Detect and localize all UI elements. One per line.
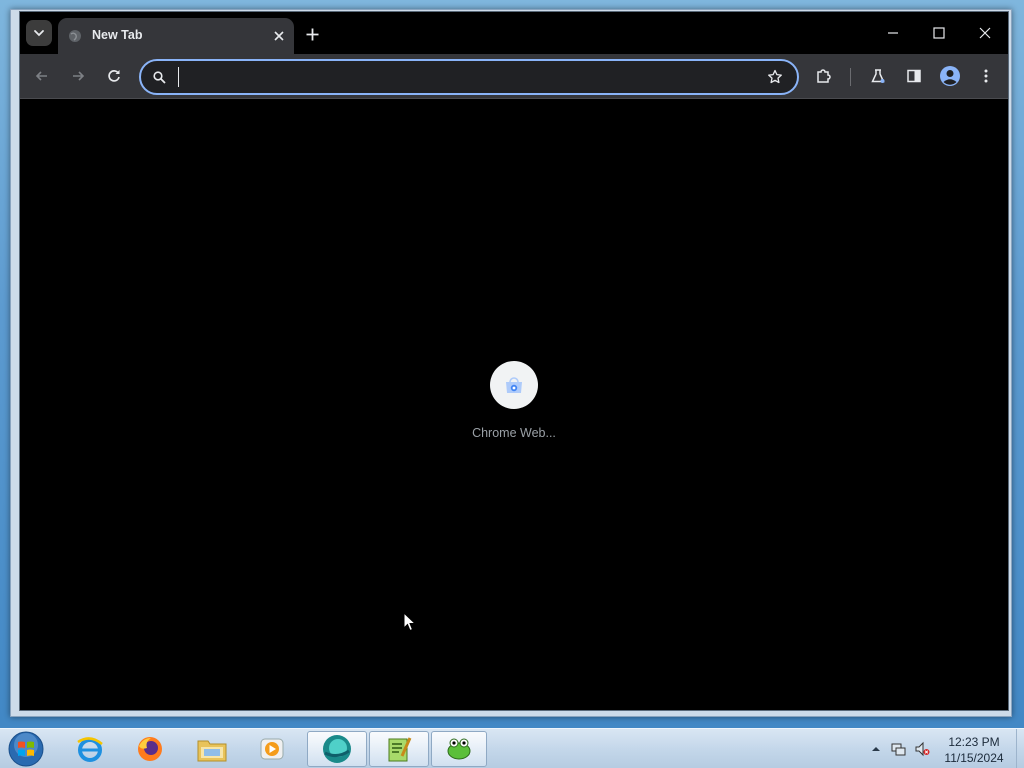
taskbar-file-explorer[interactable] <box>184 731 240 767</box>
bookmark-star-button[interactable] <box>765 67 785 87</box>
close-icon <box>274 31 284 41</box>
avatar-icon <box>940 66 960 86</box>
taskbar-media-player[interactable] <box>244 731 300 767</box>
tab-strip: New Tab <box>20 12 1008 54</box>
media-player-icon <box>260 738 284 760</box>
reload-icon <box>108 70 120 82</box>
tab-search-button[interactable] <box>26 20 52 46</box>
network-icon <box>891 743 906 756</box>
labs-button[interactable] <box>865 63 891 89</box>
plus-icon <box>306 28 318 40</box>
flask-icon <box>871 69 885 83</box>
folder-icon <box>197 740 227 762</box>
extensions-button[interactable] <box>811 63 837 89</box>
forward-button[interactable] <box>65 63 91 89</box>
shortcut-tile[interactable]: Chrome Web... <box>460 361 568 451</box>
close-icon <box>979 27 991 39</box>
toolbar-divider <box>850 68 851 86</box>
frog-game-icon <box>447 738 471 760</box>
tab-new-tab[interactable]: New Tab <box>58 18 294 54</box>
tray-expand-button[interactable] <box>868 741 884 757</box>
maximize-icon <box>933 27 945 39</box>
maximize-button[interactable] <box>924 20 954 46</box>
tray-volume[interactable] <box>914 741 930 757</box>
taskbar-text-editor[interactable] <box>369 731 429 767</box>
search-icon <box>151 69 167 85</box>
tab-close-button[interactable] <box>270 27 288 45</box>
taskbar-browser-active[interactable] <box>307 731 367 767</box>
window-close-button[interactable] <box>970 20 1000 46</box>
notepad-plus-icon <box>388 737 412 762</box>
taskbar-internet-explorer[interactable] <box>62 731 118 767</box>
profile-button[interactable] <box>937 63 963 89</box>
minimize-button[interactable] <box>878 20 908 46</box>
clock-date: 11/15/2024 <box>944 751 1004 765</box>
mouse-cursor-icon <box>403 612 417 632</box>
arrow-right-icon <box>73 71 85 81</box>
tab-title: New Tab <box>92 28 143 42</box>
reload-button[interactable] <box>101 63 127 89</box>
browser-orb-icon <box>323 735 351 763</box>
shortcut-label: Chrome Web... <box>472 426 556 440</box>
internet-explorer-icon <box>77 737 103 762</box>
chrome-browser: New Tab Chrome Web... <box>19 11 1009 711</box>
browser-window: New Tab Chrome Web... <box>10 9 1012 717</box>
side-panel-icon <box>907 69 921 83</box>
back-button[interactable] <box>29 63 55 89</box>
tray-network[interactable] <box>890 741 906 757</box>
arrow-left-icon <box>35 71 47 81</box>
address-input[interactable] <box>177 65 761 91</box>
taskbar-firefox[interactable] <box>122 731 178 767</box>
chevron-down-icon <box>34 30 44 37</box>
minimize-icon <box>888 32 898 34</box>
show-desktop-button[interactable] <box>1016 729 1024 768</box>
three-dots-vertical-icon <box>984 69 988 83</box>
address-bar[interactable] <box>139 59 799 95</box>
chrome-web-store-icon <box>506 377 522 393</box>
volume-muted-icon <box>915 741 930 757</box>
toolbar <box>20 54 1008 99</box>
globe-icon <box>69 30 81 42</box>
side-panel-button[interactable] <box>901 63 927 89</box>
chevron-up-icon <box>872 747 880 751</box>
firefox-icon <box>138 737 162 761</box>
menu-button[interactable] <box>973 63 999 89</box>
start-button[interactable] <box>6 730 46 768</box>
new-tab-button[interactable] <box>302 24 322 44</box>
puzzle-icon <box>817 69 831 83</box>
new-tab-page: Chrome Web... <box>20 99 1008 710</box>
windows-start-orb-icon <box>8 731 44 767</box>
taskbar: 12:23 PM 11/15/2024 <box>0 728 1024 768</box>
star-icon <box>768 69 782 84</box>
taskbar-game[interactable] <box>431 731 487 767</box>
shortcut-icon-circle <box>490 361 538 409</box>
clock[interactable]: 12:23 PM 11/15/2024 <box>938 734 1010 766</box>
text-caret <box>178 67 179 87</box>
clock-time: 12:23 PM <box>948 735 1000 749</box>
